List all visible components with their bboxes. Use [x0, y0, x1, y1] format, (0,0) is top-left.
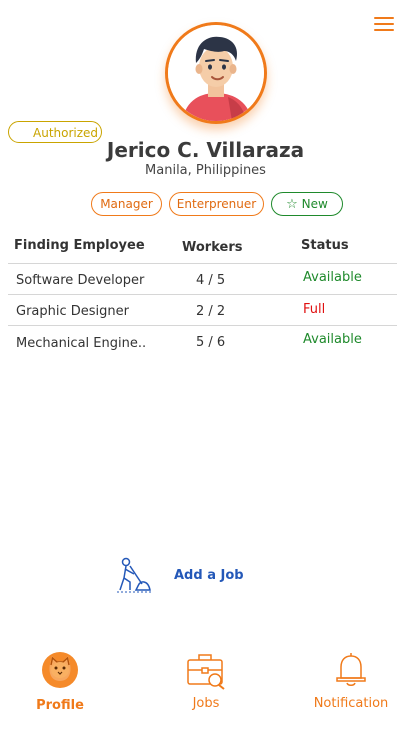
- table-row[interactable]: Software Developer 4 / 5 Available: [0, 266, 411, 294]
- table-row[interactable]: Graphic Designer 2 / 2 Full: [0, 298, 411, 324]
- star-icon: ☆: [286, 197, 298, 212]
- tag-label: Manager: [100, 197, 153, 211]
- nav-jobs-label: Jobs: [192, 696, 220, 711]
- profile-location: Manila, Philippines: [145, 163, 266, 178]
- tag-new[interactable]: ☆ New: [271, 192, 343, 216]
- workers-count: 2 / 2: [196, 304, 226, 319]
- workers-count: 4 / 5: [196, 273, 226, 288]
- nav-profile[interactable]: Profile: [0, 645, 120, 725]
- worker-digging-icon: [117, 557, 151, 593]
- header-status: Status: [301, 238, 349, 253]
- position-name: Graphic Designer: [16, 304, 129, 319]
- profile-name: Jerico C. Villaraza: [106, 138, 305, 162]
- tag-entrepreneur[interactable]: Enterprenuer: [169, 192, 264, 216]
- status-badge: Available: [303, 270, 362, 285]
- table-divider: [8, 325, 397, 326]
- nav-notification-label: Notification: [313, 696, 389, 711]
- nav-profile-label: Profile: [36, 698, 84, 713]
- briefcase-search-icon: [187, 654, 225, 690]
- workers-count: 5 / 6: [196, 335, 226, 350]
- add-job-button[interactable]: Add a Job: [114, 556, 254, 594]
- nav-jobs[interactable]: Jobs: [146, 645, 266, 725]
- table-divider: [8, 263, 397, 264]
- table-row[interactable]: Mechanical Engine.. 5 / 6 Available: [0, 328, 411, 356]
- tag-label: Enterprenuer: [176, 197, 257, 211]
- status-badge: Full: [303, 302, 326, 317]
- status-badge: Available: [303, 332, 362, 347]
- bell-icon: [336, 653, 366, 686]
- add-job-label: Add a Job: [174, 568, 244, 583]
- nav-notification[interactable]: Notification: [291, 645, 411, 725]
- cat-face-icon: [42, 652, 78, 688]
- position-name: Software Developer: [16, 273, 145, 288]
- hamburger-menu-icon[interactable]: [374, 15, 396, 33]
- table-divider: [8, 294, 397, 295]
- avatar: [165, 22, 267, 124]
- header-finding-employee: Finding Employee: [14, 238, 145, 253]
- header-workers: Workers: [182, 240, 243, 255]
- tag-label: New: [301, 197, 328, 211]
- position-name: Mechanical Engine..: [16, 336, 147, 351]
- tag-manager[interactable]: Manager: [91, 192, 162, 216]
